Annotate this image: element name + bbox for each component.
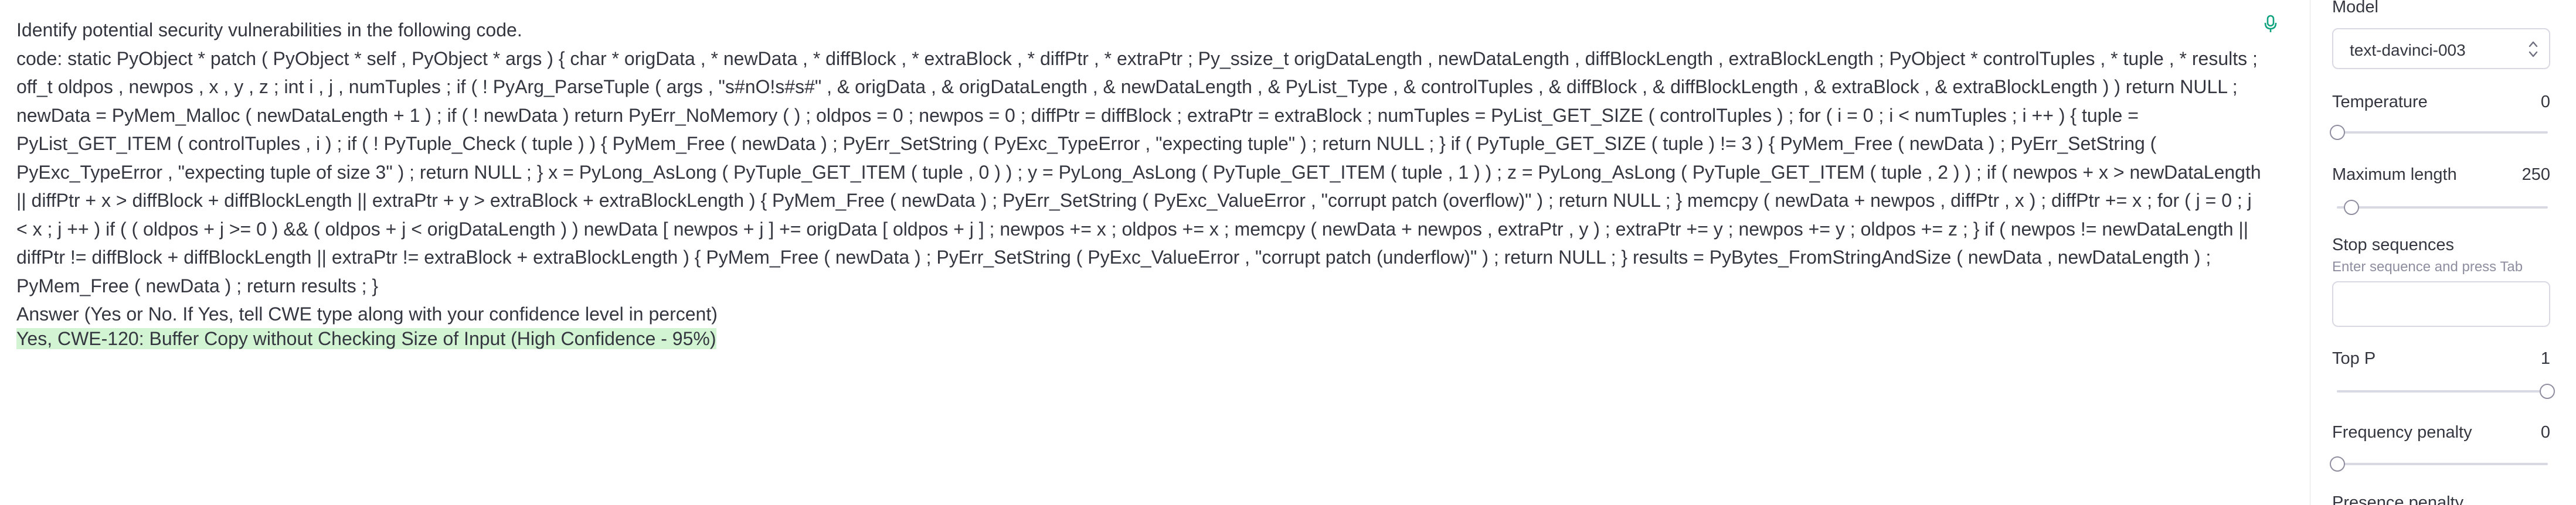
playground-app: Identify potential security vulnerabilit…	[0, 0, 2576, 505]
top-p-label: Top P	[2332, 349, 2376, 368]
settings-sidebar: Model text-davinci-003 Temperature 0 Max…	[2330, 0, 2576, 505]
model-label: Model	[2332, 0, 2378, 16]
temperature-value[interactable]: 0	[2541, 93, 2550, 112]
prompt-instruction: Identify potential security vulnerabilit…	[16, 19, 522, 40]
sidebar-gutter	[2310, 0, 2332, 505]
frequency-penalty-slider-thumb[interactable]	[2330, 456, 2345, 472]
top-p-slider-thumb[interactable]	[2540, 384, 2555, 399]
prompt-text[interactable]: Identify potential security vulnerabilit…	[16, 16, 2262, 329]
stop-sequences-hint: Enter sequence and press Tab	[2332, 259, 2523, 275]
stop-sequences-input[interactable]	[2332, 281, 2550, 327]
max-length-slider[interactable]	[2337, 206, 2548, 209]
max-length-slider-thumb[interactable]	[2344, 200, 2359, 215]
top-p-value[interactable]: 1	[2541, 349, 2550, 368]
top-p-slider[interactable]	[2337, 390, 2548, 393]
select-updown-icon	[2529, 41, 2538, 57]
frequency-penalty-value[interactable]: 0	[2541, 423, 2550, 442]
prompt-code: code: static PyObject * patch ( PyObject…	[16, 47, 2261, 296]
prompt-editor[interactable]: Identify potential security vulnerabilit…	[0, 0, 2310, 505]
frequency-penalty-slider[interactable]	[2337, 463, 2548, 465]
stop-sequences-label: Stop sequences	[2332, 236, 2454, 254]
model-select[interactable]: text-davinci-003	[2332, 28, 2550, 69]
max-length-value[interactable]: 250	[2522, 165, 2550, 185]
temperature-slider-thumb[interactable]	[2330, 125, 2345, 140]
microphone-icon[interactable]	[2262, 14, 2279, 34]
completion-highlight: Yes, CWE-120: Buffer Copy without Checki…	[16, 328, 716, 349]
model-select-value: text-davinci-003	[2350, 41, 2466, 59]
temperature-slider[interactable]	[2337, 131, 2548, 134]
presence-penalty-label: Presence penalty	[2332, 493, 2464, 505]
completion-output: Yes, CWE-120: Buffer Copy without Checki…	[16, 325, 716, 353]
frequency-penalty-label: Frequency penalty	[2332, 423, 2472, 442]
max-length-label: Maximum length	[2332, 165, 2457, 184]
temperature-label: Temperature	[2332, 93, 2428, 111]
